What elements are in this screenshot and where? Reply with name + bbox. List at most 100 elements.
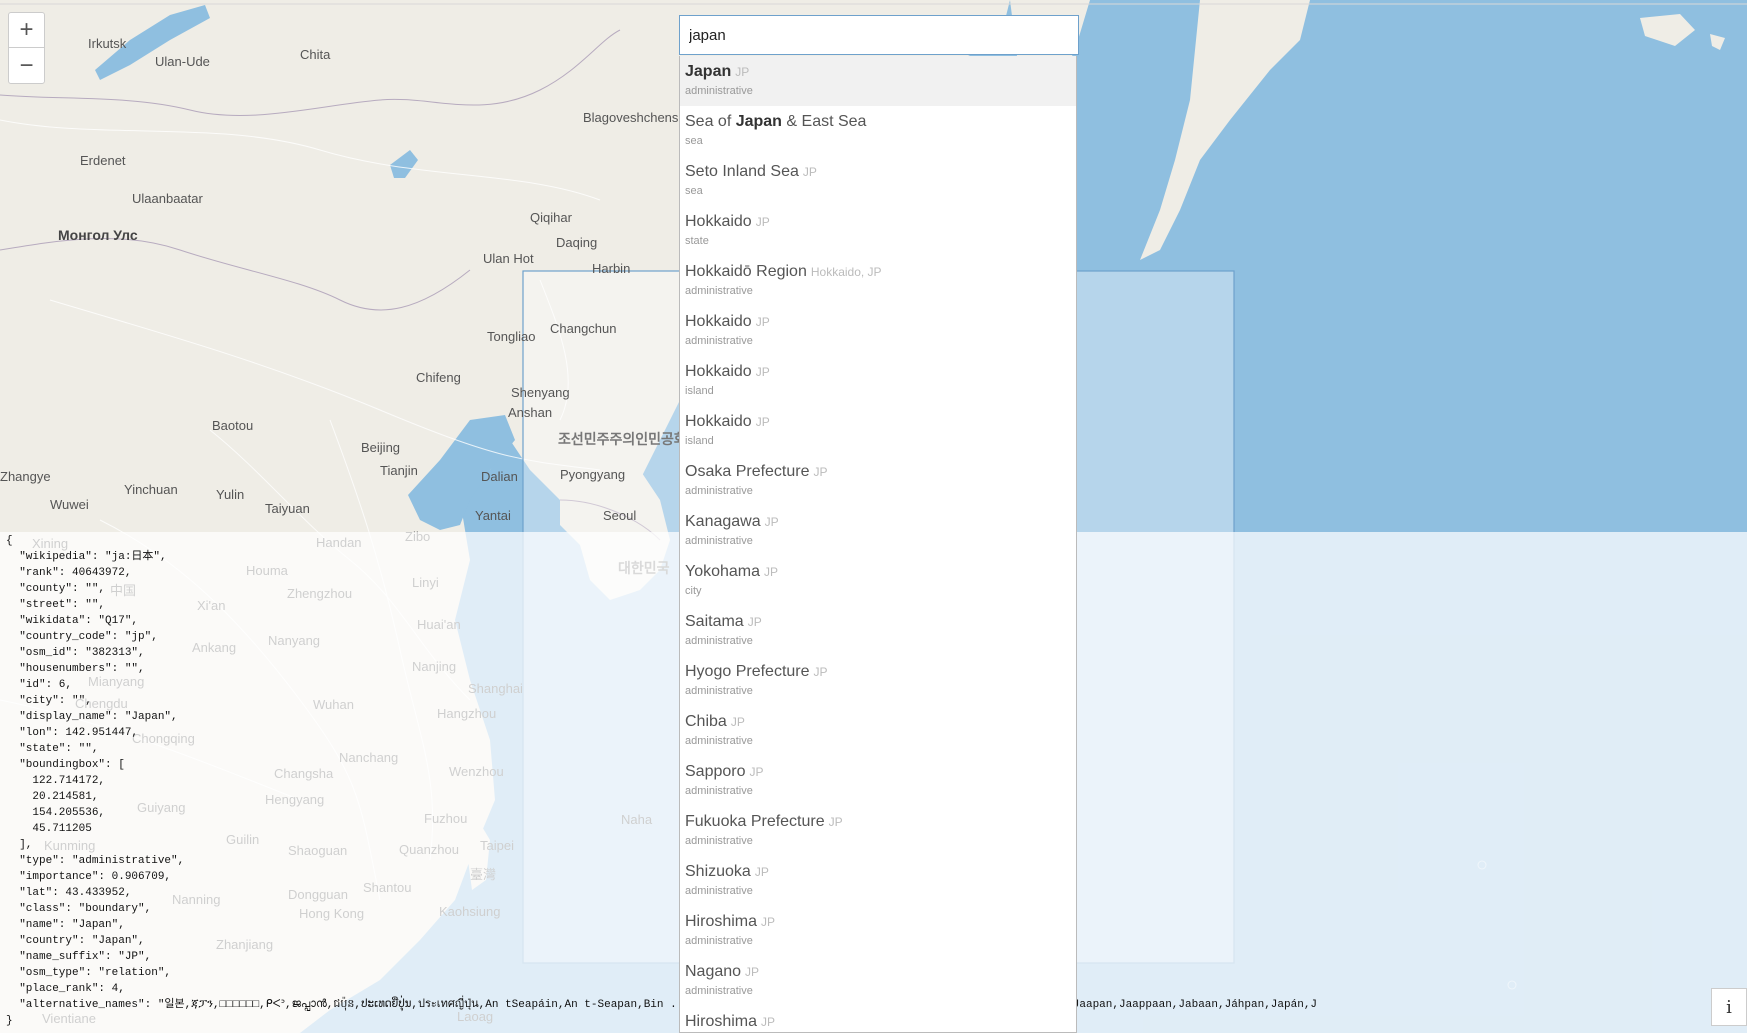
result-country: JP (730, 715, 745, 729)
result-item[interactable]: Hokkaidō Region Hokkaido, JP administrativ… (680, 256, 1076, 306)
map-place-label: Blagoveshchensk (583, 110, 685, 125)
result-type: administrative (685, 885, 753, 897)
result-name: Fukuoka Prefecture JP (685, 813, 1071, 831)
map-place-label: Wuwei (50, 497, 89, 512)
result-item[interactable]: Sapporo JP administrative (680, 756, 1076, 806)
zoom-out-button[interactable]: − (9, 48, 44, 83)
result-name: Hokkaido JP (685, 213, 1071, 231)
result-name-part: Hokkaido (685, 363, 752, 380)
result-item[interactable]: Hyogo Prefecture JP administrative (680, 656, 1076, 706)
result-type: sea (685, 135, 703, 147)
result-item[interactable]: Japan JP administrative (680, 56, 1076, 106)
result-name: Yokohama JP (685, 563, 1071, 581)
result-name: Osaka Prefecture JP (685, 463, 1071, 481)
result-name: Chiba JP (685, 713, 1071, 731)
result-country: JP (745, 965, 760, 979)
result-name-part: Hokkaido (685, 213, 752, 230)
result-type: administrative (685, 535, 753, 547)
result-country: JP (755, 365, 770, 379)
result-country: JP (755, 315, 770, 329)
result-item[interactable]: Seto Inland Sea JP sea (680, 156, 1076, 206)
result-name-part: Saitama (685, 613, 744, 630)
result-item[interactable]: Hokkaido JP island (680, 356, 1076, 406)
result-name-part: Fukuoka Prefecture (685, 813, 825, 830)
zoom-in-button[interactable]: + (9, 13, 44, 48)
search-input[interactable] (679, 15, 1079, 55)
result-country: JP (747, 615, 762, 629)
result-item[interactable]: Hokkaido JP island (680, 406, 1076, 456)
result-type: administrative (685, 485, 753, 497)
result-name: Shizuoka JP (685, 863, 1071, 881)
map-place-label: Монгол Улс (58, 227, 138, 243)
result-name-part: Hiroshima (685, 913, 758, 930)
result-name: Sea of Japan & East Sea (685, 113, 1071, 131)
result-name: Hokkaido JP (685, 413, 1071, 431)
result-country: JP (755, 215, 770, 229)
result-item[interactable]: Chiba JP administrative (680, 706, 1076, 756)
map-place-label: Daqing (556, 235, 598, 250)
map-place-label: Taiyuan (265, 501, 310, 516)
result-type: administrative (685, 835, 753, 847)
map-place-label: Erdenet (80, 153, 126, 168)
result-name-part: Japan (735, 113, 782, 130)
map-place-label: Tongliao (487, 329, 536, 344)
map-place-label: Qiqihar (530, 210, 572, 225)
result-type: administrative (685, 685, 753, 697)
result-name: Japan JP (685, 63, 1071, 81)
result-country: JP (761, 915, 776, 929)
result-name-part: Chiba (685, 713, 727, 730)
map-place-label: Chifeng (416, 370, 461, 385)
result-name-part: Kanagawa (685, 513, 761, 530)
result-country: JP (764, 565, 779, 579)
map-place-label: Seoul (603, 508, 637, 523)
zoom-control: + − (8, 12, 45, 84)
result-item[interactable]: Sea of Japan & East Sea sea (680, 106, 1076, 156)
result-name: Seto Inland Sea JP (685, 163, 1071, 181)
result-type: administrative (685, 985, 753, 997)
result-item[interactable]: Hiroshima JP (680, 1006, 1076, 1032)
result-name-part: Nagano (685, 963, 742, 980)
result-item[interactable]: Fukuoka Prefecture JP administrative (680, 806, 1076, 856)
map-place-label: Yulin (216, 487, 245, 502)
result-name: Hiroshima JP (685, 913, 1071, 931)
result-item[interactable]: Shizuoka JP administrative (680, 856, 1076, 906)
map-place-label: 조선민주주의인민공화 (558, 431, 687, 447)
result-name: Hiroshima JP (685, 1013, 1071, 1031)
result-item[interactable]: Yokohama JP city (680, 556, 1076, 606)
result-name: Sapporo JP (685, 763, 1071, 781)
result-country: JP (754, 865, 769, 879)
result-name-part: Shizuoka (685, 863, 751, 880)
result-country: JP (761, 1015, 776, 1029)
map-place-label: Anshan (508, 405, 553, 420)
result-name-part: Yokohama (685, 563, 761, 580)
result-item[interactable]: Hokkaido JP state (680, 206, 1076, 256)
map-place-label: Shenyang (511, 385, 570, 400)
result-name-part: Hiroshima (685, 1013, 758, 1030)
result-name-part: Hokkaido (685, 313, 752, 330)
result-item[interactable]: Hokkaido JP administrative (680, 306, 1076, 356)
result-country: JP (755, 415, 770, 429)
result-type: island (685, 385, 714, 397)
result-name-part: Osaka Prefecture (685, 463, 810, 480)
result-type: island (685, 435, 714, 447)
map-place-label: Zhangye (0, 469, 51, 484)
json-details: { "wikipedia": "ja:日本", "rank": 40643972… (6, 535, 1317, 1027)
info-button[interactable]: i (1711, 988, 1747, 1026)
result-item[interactable]: Kanagawa JP administrative (680, 506, 1076, 556)
result-country: Hokkaido, JP (810, 265, 882, 279)
result-name-part: Hokkaido (685, 413, 752, 430)
result-item[interactable]: Nagano JP administrative (680, 956, 1076, 1006)
result-item[interactable]: Saitama JP administrative (680, 606, 1076, 656)
result-type: state (685, 235, 709, 247)
map-place-label: Pyongyang (560, 467, 626, 482)
result-type: administrative (685, 335, 753, 347)
result-item[interactable]: Hiroshima JP administrative (680, 906, 1076, 956)
map-place-label: Yantai (475, 508, 511, 523)
result-country: JP (749, 765, 764, 779)
result-country: JP (828, 815, 843, 829)
result-item[interactable]: Osaka Prefecture JP administrative (680, 456, 1076, 506)
map-place-label: Harbin (592, 261, 631, 276)
result-name: Saitama JP (685, 613, 1071, 631)
result-type: city (685, 585, 702, 597)
result-country: JP (813, 665, 828, 679)
